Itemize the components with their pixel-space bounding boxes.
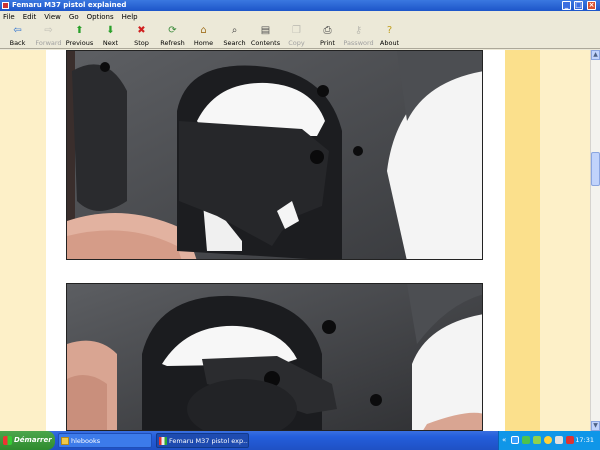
toolbar-label: Back <box>9 39 26 47</box>
search-icon: ⌕ <box>231 25 238 36</box>
messenger-icon[interactable] <box>544 436 552 444</box>
system-tray: « 17:31 <box>498 431 600 450</box>
contents-icon: ▤ <box>260 25 271 36</box>
print-icon: ⎙ <box>323 25 332 36</box>
toolbar-label: About <box>379 39 400 47</box>
toolbar-label: Print <box>320 39 335 47</box>
next-button[interactable]: ⬇ Next <box>95 22 126 49</box>
forward-button: ⇨ Forward <box>33 22 64 49</box>
stop-button[interactable]: ✖ Stop <box>126 22 157 49</box>
toolbar-label: Copy <box>288 39 305 47</box>
toolbar-label: Refresh <box>160 39 185 47</box>
network-icon[interactable] <box>511 436 519 444</box>
window-title: Femaru M37 pistol explained <box>12 1 127 9</box>
previous-button[interactable]: ⬆ Previous <box>64 22 95 49</box>
copy-button: ❐ Copy <box>281 22 312 49</box>
key-icon: ⚷ <box>354 25 363 36</box>
page-right-band <box>505 50 540 431</box>
toolbar-label: Home <box>193 39 214 47</box>
password-button: ⚷ Password <box>343 22 374 49</box>
home-icon: ⌂ <box>200 25 207 36</box>
menu-view[interactable]: View <box>44 13 61 21</box>
toolbar-label: Stop <box>134 39 149 47</box>
clock: 17:31 <box>575 436 594 444</box>
start-label: Démarrer <box>14 436 52 444</box>
windows-flag-icon <box>3 436 12 445</box>
back-arrow-icon: ⇦ <box>13 25 22 36</box>
print-button[interactable]: ⎙ Print <box>312 22 343 49</box>
menu-options[interactable]: Options <box>87 13 114 21</box>
scroll-up-button[interactable]: ▲ <box>591 50 600 60</box>
minimize-button[interactable]: _ <box>562 1 571 10</box>
update-icon[interactable] <box>533 436 541 444</box>
menu-bar: File Edit View Go Options Help <box>0 11 600 22</box>
pistol-photo-2 <box>66 283 483 431</box>
toolbar-label: Next <box>102 39 119 47</box>
home-button[interactable]: ⌂ Home <box>188 22 219 49</box>
scroll-thumb[interactable] <box>591 152 600 186</box>
contents-button[interactable]: ▤ Contents <box>250 22 281 49</box>
menu-edit[interactable]: Edit <box>23 13 37 21</box>
about-button[interactable]: ? About <box>374 22 405 49</box>
taskbar-item-femaru[interactable]: Femaru M37 pistol exp... <box>156 433 249 448</box>
taskbar-item-hlebooks[interactable]: hlebooks <box>58 433 152 448</box>
toolbar: ⇦ Back ⇨ Forward ⬆ Previous ⬇ Next ✖ Stop ⟳ Refresh… <box>0 22 600 49</box>
forward-arrow-icon: ⇨ <box>44 25 53 36</box>
title-bar[interactable]: Femaru M37 pistol explained _ □ × <box>0 0 600 11</box>
app-icon <box>2 2 9 9</box>
browser-window: Femaru M37 pistol explained _ □ × File E… <box>0 0 600 431</box>
folder-icon <box>61 437 69 445</box>
scroll-down-button[interactable]: ▼ <box>591 421 600 431</box>
copy-icon: ❐ <box>292 25 301 36</box>
search-button[interactable]: ⌕ Search <box>219 22 250 49</box>
toolbar-label: Forward <box>35 39 62 47</box>
maximize-button[interactable]: □ <box>574 1 583 10</box>
security-icon[interactable] <box>522 436 530 444</box>
vertical-scrollbar[interactable]: ▲ ▼ <box>590 50 600 431</box>
book-icon <box>159 437 167 445</box>
previous-arrow-icon: ⬆ <box>75 25 84 36</box>
next-arrow-icon: ⬇ <box>106 25 115 36</box>
speaker-icon[interactable] <box>555 436 563 444</box>
page-content[interactable] <box>0 50 590 431</box>
pistol-photo-1 <box>66 50 483 260</box>
taskbar-item-label: hlebooks <box>71 437 101 445</box>
tray-expand-button[interactable]: « <box>502 431 506 450</box>
toolbar-label: Password <box>343 39 374 47</box>
toolbar-label: Previous <box>65 39 94 47</box>
refresh-button[interactable]: ⟳ Refresh <box>157 22 188 49</box>
menu-go[interactable]: Go <box>69 13 79 21</box>
menu-file[interactable]: File <box>3 13 15 21</box>
toolbar-label: Search <box>223 39 246 47</box>
toolbar-label: Contents <box>250 39 281 47</box>
about-icon: ? <box>386 25 393 36</box>
refresh-icon: ⟳ <box>168 25 177 36</box>
stop-icon: ✖ <box>137 25 146 36</box>
page-right-margin <box>540 50 590 431</box>
start-button[interactable]: Démarrer <box>0 431 55 450</box>
close-button[interactable]: × <box>587 1 596 10</box>
taskbar-item-label: Femaru M37 pistol exp... <box>169 437 249 445</box>
page-left-margin <box>0 50 46 431</box>
taskbar: Démarrer hlebooks Femaru M37 pistol exp.… <box>0 431 600 450</box>
menu-help[interactable]: Help <box>122 13 138 21</box>
back-button[interactable]: ⇦ Back <box>2 22 33 49</box>
antivirus-icon[interactable] <box>566 436 574 444</box>
